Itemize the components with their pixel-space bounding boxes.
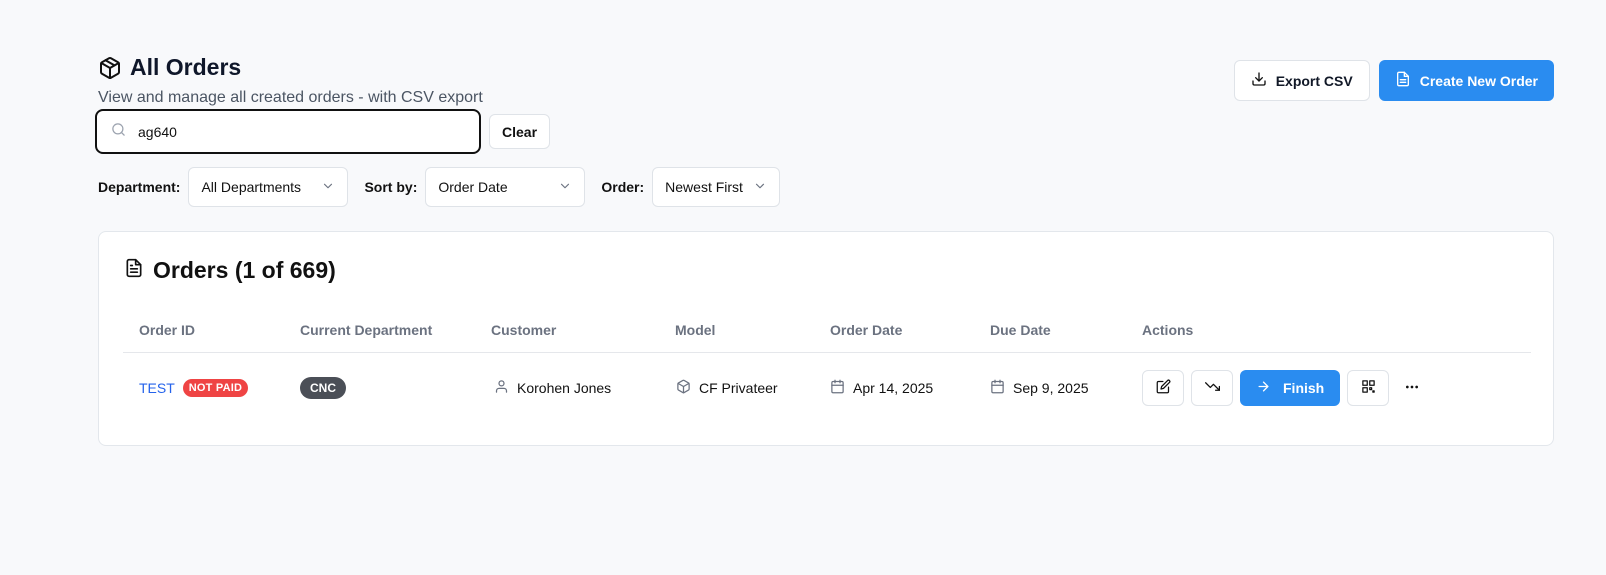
orders-table: Order ID Current Department Customer Mod…	[123, 312, 1531, 423]
finish-button[interactable]: Finish	[1240, 370, 1341, 406]
column-header-current-department[interactable]: Current Department	[300, 322, 432, 338]
download-icon	[1251, 71, 1267, 90]
package-icon	[98, 56, 122, 80]
user-icon	[494, 379, 509, 397]
order-id-link[interactable]: TEST	[139, 380, 175, 396]
column-header-due-date[interactable]: Due Date	[990, 322, 1051, 338]
file-text-icon	[1395, 71, 1411, 90]
column-header-model[interactable]: Model	[675, 322, 715, 338]
customer-cell: Korohen Jones	[494, 353, 611, 423]
file-text-icon	[124, 258, 144, 283]
chevron-down-icon	[321, 179, 335, 196]
chevron-down-icon	[753, 179, 767, 196]
department-value: All Departments	[201, 179, 302, 195]
search-row: Clear	[95, 109, 551, 154]
column-header-actions: Actions	[1142, 322, 1194, 338]
model-cell: CF Privateer	[676, 353, 778, 423]
order-id-cell: TEST NOT PAID	[139, 353, 249, 423]
order-select[interactable]: Newest First	[652, 167, 781, 207]
column-header-customer[interactable]: Customer	[491, 322, 556, 338]
chevron-down-icon	[558, 179, 572, 196]
calendar-icon	[990, 379, 1005, 397]
finish-label: Finish	[1283, 380, 1325, 396]
order-date-value: Apr 14, 2025	[853, 380, 934, 396]
department-select[interactable]: All Departments	[188, 167, 349, 207]
calendar-icon	[830, 379, 845, 397]
qr-code-button[interactable]	[1347, 370, 1390, 406]
table-header: Order ID Current Department Customer Mod…	[123, 312, 1531, 353]
page-subtitle: View and manage all created orders - wit…	[98, 89, 483, 106]
search-box[interactable]	[95, 109, 481, 154]
orders-card-title: Orders (1 of 669)	[153, 257, 336, 283]
column-header-order-id[interactable]: Order ID	[139, 322, 195, 338]
orders-card-header: Orders (1 of 669)	[124, 257, 336, 284]
model-name: CF Privateer	[699, 380, 778, 396]
payment-status-badge: NOT PAID	[182, 379, 249, 397]
export-csv-label: Export CSV	[1275, 72, 1353, 89]
customer-name: Korohen Jones	[517, 380, 612, 396]
column-header-order-date[interactable]: Order Date	[830, 322, 902, 338]
edit-order-button[interactable]	[1142, 370, 1184, 406]
create-new-order-button[interactable]: Create New Order	[1378, 60, 1554, 101]
search-input[interactable]	[138, 123, 438, 140]
more-actions-button[interactable]	[1396, 370, 1428, 406]
due-date-value: Sep 9, 2025	[1013, 380, 1089, 396]
create-new-order-label: Create New Order	[1419, 72, 1538, 89]
arrow-right-icon	[1256, 379, 1271, 397]
actions-cell: Finish	[1142, 353, 1428, 423]
order-label: Order:	[601, 179, 645, 195]
page-header: All Orders	[98, 54, 241, 81]
trending-down-icon	[1204, 379, 1220, 397]
due-date-cell: Sep 9, 2025	[990, 353, 1089, 423]
order-date-cell: Apr 14, 2025	[830, 353, 933, 423]
department-label: Department:	[98, 179, 181, 195]
move-back-button[interactable]	[1191, 370, 1233, 406]
export-csv-button[interactable]: Export CSV	[1233, 60, 1370, 101]
edit-icon	[1156, 379, 1171, 397]
sort-value: Order Date	[438, 179, 508, 195]
qr-code-icon	[1361, 379, 1376, 397]
order-value: Newest First	[665, 179, 743, 195]
more-horizontal-icon	[1404, 379, 1420, 398]
clear-button[interactable]: Clear	[489, 114, 551, 149]
box-icon	[676, 379, 691, 397]
department-badge: CNC	[300, 377, 346, 399]
page-title: All Orders	[130, 54, 242, 80]
search-icon	[111, 122, 126, 142]
orders-card: Orders (1 of 669) Order ID Current Depar…	[98, 231, 1554, 446]
filter-row: Department: All Departments Sort by: Ord…	[98, 167, 781, 207]
header-actions: Export CSV Create New Order	[1233, 60, 1554, 101]
sort-label: Sort by:	[364, 179, 418, 195]
table-row: TEST NOT PAID CNC Korohen Jones CF Priva…	[123, 353, 1531, 423]
department-cell: CNC	[300, 353, 346, 423]
sort-select[interactable]: Order Date	[425, 167, 586, 207]
